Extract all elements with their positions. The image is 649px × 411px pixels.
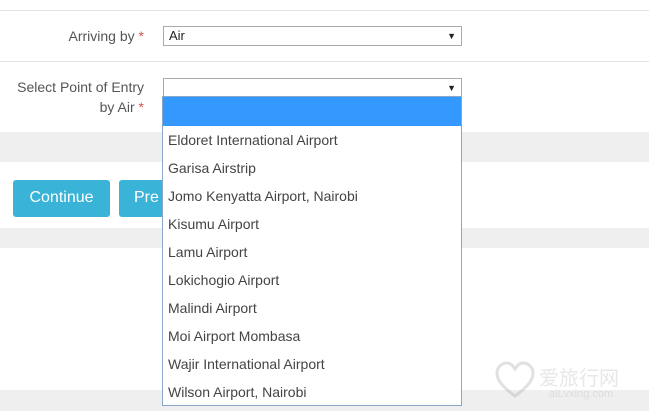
dropdown-option[interactable]: Moi Airport Mombasa xyxy=(163,322,461,350)
dropdown-option[interactable]: Lamu Airport xyxy=(163,238,461,266)
dropdown-option[interactable]: Lokichogio Airport xyxy=(163,266,461,294)
point-of-entry-select[interactable]: ▼ xyxy=(163,78,462,97)
watermark-sub: aiLvxing.com xyxy=(549,388,614,400)
arriving-by-select[interactable]: Air ▼ xyxy=(163,26,462,46)
top-divider xyxy=(0,10,649,11)
option-list: Eldoret International Airport Garisa Airs… xyxy=(163,126,461,406)
dropdown-option[interactable]: Wilson Airport, Nairobi xyxy=(163,378,461,406)
dropdown-option[interactable]: Eldoret International Airport xyxy=(163,126,461,154)
watermark: 爱旅行网 aiLvxing.com xyxy=(494,360,644,406)
point-of-entry-label-line1: Select Point of Entry xyxy=(17,79,144,95)
required-mark: * xyxy=(138,28,144,44)
required-mark: * xyxy=(138,99,144,115)
caret-down-icon: ▼ xyxy=(447,31,456,41)
heart-logo-icon xyxy=(495,361,535,398)
continue-button[interactable]: Continue xyxy=(13,180,110,217)
dropdown-option[interactable]: Malindi Airport xyxy=(163,294,461,322)
highlighted-empty-option[interactable] xyxy=(163,97,461,126)
point-of-entry-label: Select Point of Entry by Air * xyxy=(0,77,144,117)
caret-down-icon: ▼ xyxy=(447,83,456,93)
dropdown-option[interactable]: Wajir International Airport xyxy=(163,350,461,378)
dropdown-option[interactable]: Garisa Airstrip xyxy=(163,154,461,182)
watermark-text: 爱旅行网 xyxy=(539,368,619,390)
point-of-entry-dropdown[interactable]: Eldoret International Airport Garisa Airs… xyxy=(162,96,462,406)
arriving-by-value: Air xyxy=(169,28,185,43)
point-of-entry-label-line2: by Air xyxy=(99,99,135,115)
row-divider xyxy=(0,61,649,62)
dropdown-option[interactable]: Kisumu Airport xyxy=(163,210,461,238)
arriving-by-label: Arriving by * xyxy=(20,26,144,46)
arriving-by-label-text: Arriving by xyxy=(68,28,135,44)
dropdown-option[interactable]: Jomo Kenyatta Airport, Nairobi xyxy=(163,182,461,210)
